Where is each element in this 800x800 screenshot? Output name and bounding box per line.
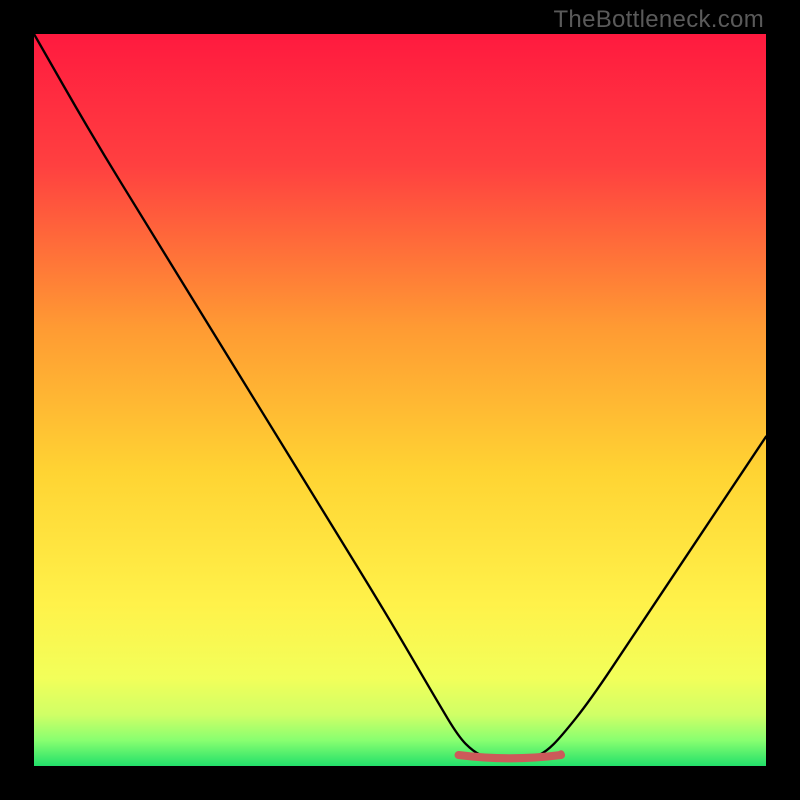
plot-area xyxy=(34,34,766,766)
chart-frame: TheBottleneck.com xyxy=(0,0,800,800)
curve-layer xyxy=(34,34,766,766)
bottleneck-curve-path xyxy=(34,34,766,759)
flat-region-marker xyxy=(459,755,561,758)
watermark-text: TheBottleneck.com xyxy=(553,6,764,34)
flat-region-end-dot xyxy=(558,750,565,757)
